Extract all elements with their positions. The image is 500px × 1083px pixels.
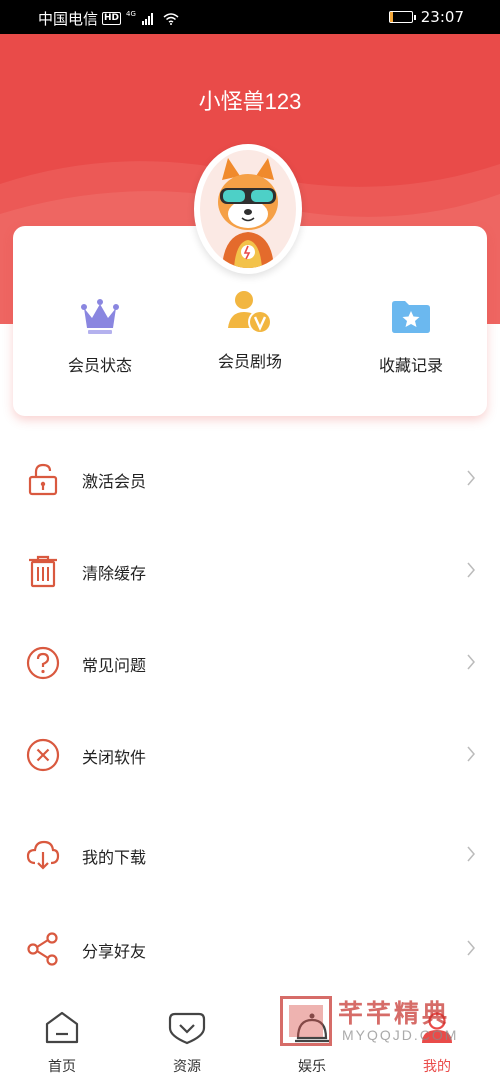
shiba-dog-avatar [200,150,296,268]
quick-action-member-theater[interactable]: 会员剧场 [190,288,310,372]
nav-home[interactable]: 首页 [22,1010,102,1076]
avatar-illustration [218,158,278,268]
nav-label: 资源 [173,1059,201,1075]
hd-badge: HD [102,12,122,25]
trash-icon [29,555,57,588]
menu-item-label: 常见问题 [82,656,147,675]
watermark-logo [280,996,332,1046]
nav-label: 娱乐 [298,1059,326,1075]
carrier-name: 中国电信 [38,10,99,28]
chevron-right-icon [467,470,475,486]
nav-resources[interactable]: 资源 [147,1010,227,1076]
nav-label: 首页 [48,1059,76,1075]
watermark-title: 芊芊精典 [338,999,451,1028]
lock-icon [28,463,58,496]
battery-level [389,12,394,22]
cloud-download-icon [26,840,60,870]
quick-action-label: 收藏记录 [378,356,443,375]
close-circle-icon [26,738,60,772]
menu-item-faq[interactable]: 常见问题 [0,632,500,692]
avatar[interactable] [194,144,302,274]
chevron-right-icon [467,562,475,578]
quick-action-label: 会员剧场 [217,352,282,371]
menu-item-label: 我的下载 [82,848,147,867]
menu-item-label: 清除缓存 [82,564,147,583]
share-icon [27,932,58,966]
menu-item-clear-cache[interactable]: 清除缓存 [0,540,500,600]
menu-item-label: 关闭软件 [82,748,147,767]
question-icon [26,646,60,680]
menu-item-label: 分享好友 [82,942,147,961]
crown-icon [81,299,119,334]
home-icon [45,1011,79,1044]
nav-label: 我的 [423,1059,451,1075]
menu-item-activate-membership[interactable]: 激活会员 [0,448,500,508]
status-left: 中国电信 HD 4G [38,8,179,29]
username: 小怪兽123 [198,89,302,114]
status-right: 23:07 [388,8,464,26]
quick-action-favorites[interactable]: 收藏记录 [351,294,471,376]
menu-item-share-friends[interactable]: 分享好友 [0,918,500,978]
status-bar: 中国电信 HD 4G 23:07 [0,0,500,34]
battery-icon [388,11,416,23]
vip-user-icon [228,291,272,334]
menu-item-close-app[interactable]: 关闭软件 [0,724,500,784]
resource-icon [168,1012,206,1045]
watermark-subtitle: MYQQJD.COM [342,1027,459,1043]
star-folder-icon [392,301,430,333]
quick-action-label: 会员状态 [67,356,132,375]
signal-icon [141,12,153,25]
chevron-right-icon [467,846,475,862]
chevron-right-icon [467,654,475,670]
watermark: 芊芊精典 MYQQJD.COM [276,994,472,1050]
menu-item-label: 激活会员 [82,472,147,491]
chevron-right-icon [467,940,475,956]
chevron-right-icon [467,746,475,762]
wifi-icon [163,12,179,25]
network-type: 4G [126,9,136,18]
quick-action-member-status[interactable]: 会员状态 [40,294,160,376]
menu-item-my-downloads[interactable]: 我的下载 [0,824,500,884]
clock: 23:07 [420,8,464,26]
